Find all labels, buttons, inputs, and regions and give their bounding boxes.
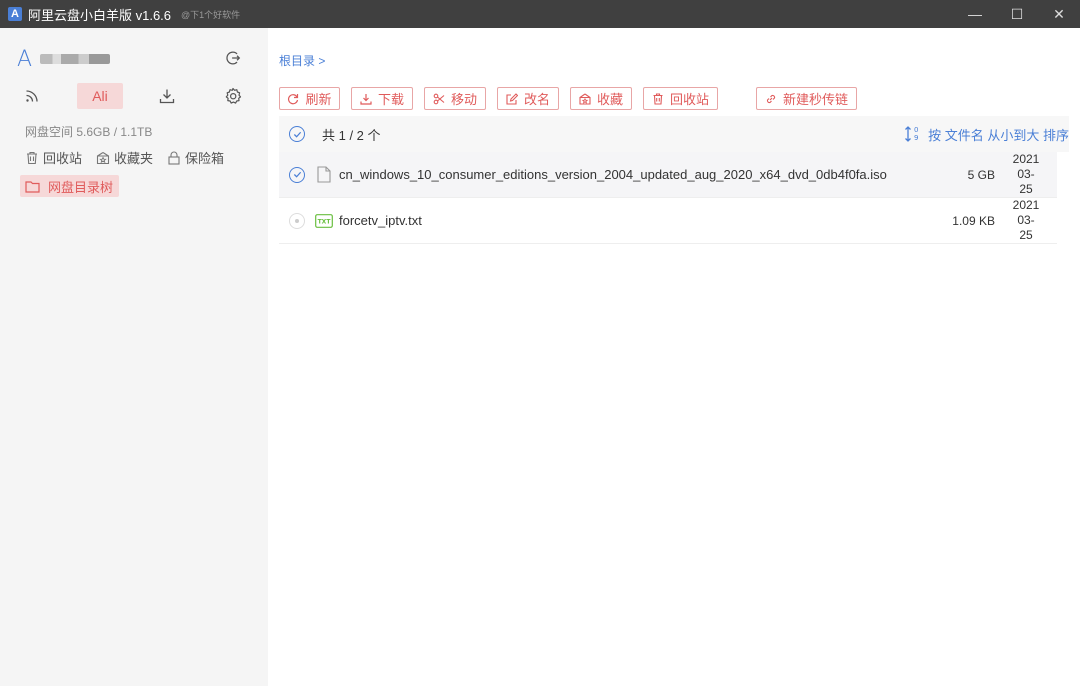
file-date: 2021 03-25 — [1011, 198, 1041, 243]
quick-link-label: 保险箱 — [185, 151, 225, 166]
logout-icon[interactable] — [224, 49, 242, 67]
breadcrumb[interactable]: 根目录 > — [279, 52, 325, 69]
recycle-button[interactable]: 回收站 — [643, 87, 718, 110]
row-checkbox[interactable] — [289, 212, 305, 229]
storage-usage: 网盘空间 5.6GB / 1.1TB — [25, 125, 153, 139]
check-icon — [293, 171, 301, 178]
download-icon[interactable] — [157, 83, 177, 109]
file-row[interactable]: cn_windows_10_consumer_editions_version_… — [279, 152, 1057, 198]
trash-icon — [653, 92, 663, 105]
edit-icon — [506, 92, 518, 105]
quick-link-recycle[interactable]: 回收站 — [25, 148, 82, 167]
sidebar-nav: Ali — [17, 83, 247, 109]
sidebar: A Ali 网盘空间 5.6GB / 1.1TB 回收站 收藏夹 保险箱 网盘目… — [0, 28, 268, 686]
svg-text:TXT: TXT — [318, 218, 332, 225]
trash-icon — [27, 151, 37, 164]
favorite-label: 收藏 — [596, 92, 623, 107]
close-button[interactable]: ✕ — [1038, 0, 1080, 28]
quick-link-label: 回收站 — [43, 151, 83, 166]
new-instant-link-button[interactable]: 新建秒传链 — [756, 87, 857, 110]
selection-count: 共 1 / 2 个 — [322, 127, 381, 143]
quick-link-label: 收藏夹 — [114, 151, 154, 166]
refresh-button[interactable]: 刷新 — [279, 87, 340, 110]
refresh-icon — [288, 93, 299, 104]
download-button[interactable]: 下载 — [351, 87, 413, 110]
watermark: @下1个好软件 — [181, 9, 241, 20]
quick-links: 回收站 收藏夹 保险箱 — [25, 148, 224, 167]
file-date: 2021 03-25 — [1011, 152, 1041, 197]
nav-ali-tab[interactable]: Ali — [77, 83, 123, 109]
recycle-label: 回收站 — [669, 92, 709, 107]
account-name-blurred — [40, 54, 111, 64]
new-instant-link-label: 新建秒传链 — [782, 92, 848, 107]
check-icon — [293, 131, 301, 138]
lock-icon — [168, 151, 180, 165]
settings-gear-icon[interactable] — [223, 83, 243, 109]
txt-file-icon: TXT — [315, 212, 333, 230]
svg-text:0: 0 — [914, 126, 918, 134]
quick-link-favorites[interactable]: 收藏夹 — [96, 148, 153, 167]
star-icon — [579, 93, 591, 105]
file-icon — [315, 166, 333, 184]
window-title: 阿里云盘小白羊版 v1.6.6 — [28, 7, 172, 23]
scissors-icon — [433, 93, 445, 104]
sidebar-item-directory-tree[interactable]: 网盘目录树 — [20, 175, 120, 197]
favorite-button[interactable]: 收藏 — [570, 87, 632, 110]
svg-text:9: 9 — [914, 134, 918, 142]
move-button[interactable]: 移动 — [424, 87, 486, 110]
app-logo-icon: A — [8, 7, 22, 21]
file-size: 1.09 KB — [952, 213, 995, 228]
link-icon — [766, 94, 776, 103]
tree-item-label: 网盘目录树 — [48, 179, 114, 195]
rename-button[interactable]: 改名 — [497, 87, 559, 110]
quick-link-vault[interactable]: 保险箱 — [167, 148, 224, 167]
sort-label: 按 文件名 从小到大 排序 — [928, 127, 1069, 143]
maximize-button[interactable]: ☐ — [996, 0, 1038, 28]
list-header: 共 1 / 2 个 0 9 按 文件名 从小到大 排序 — [279, 116, 1069, 152]
file-row[interactable]: TXT forcetv_iptv.txt 1.09 KB 2021 03-25 — [279, 198, 1057, 244]
rss-icon[interactable] — [22, 83, 42, 109]
file-date-month-day: 03-25 — [1017, 213, 1035, 242]
folder-icon — [25, 180, 40, 193]
file-name[interactable]: cn_windows_10_consumer_editions_version_… — [339, 167, 887, 182]
file-date-year: 2021 — [1012, 198, 1040, 212]
select-all-checkbox[interactable] — [289, 126, 305, 142]
refresh-label: 刷新 — [305, 92, 332, 107]
move-label: 移动 — [450, 92, 477, 107]
sort-icon: 0 9 — [905, 126, 919, 142]
download-icon — [360, 93, 372, 105]
row-checkbox-checked[interactable] — [289, 166, 305, 183]
file-date-month-day: 03-25 — [1017, 167, 1035, 196]
account-logo: A — [17, 46, 33, 72]
file-name[interactable]: forcetv_iptv.txt — [339, 213, 422, 228]
rename-label: 改名 — [523, 92, 550, 107]
account-row: A — [17, 46, 247, 72]
title-bar: A 阿里云盘小白羊版 v1.6.6 @下1个好软件 — ☐ ✕ — [0, 0, 1080, 28]
sort-control[interactable]: 0 9 按 文件名 从小到大 排序 — [904, 116, 1069, 152]
window-controls: — ☐ ✕ — [954, 0, 1080, 28]
download-label: 下载 — [377, 92, 404, 107]
minimize-button[interactable]: — — [954, 0, 996, 28]
file-size: 5 GB — [967, 167, 995, 182]
main-panel: 根目录 > 刷新 下载 移动 改名 收藏 回收站 新建秒传链 共 1 / 2 个… — [268, 28, 1080, 686]
file-date-year: 2021 — [1012, 152, 1040, 166]
star-icon — [96, 151, 110, 164]
